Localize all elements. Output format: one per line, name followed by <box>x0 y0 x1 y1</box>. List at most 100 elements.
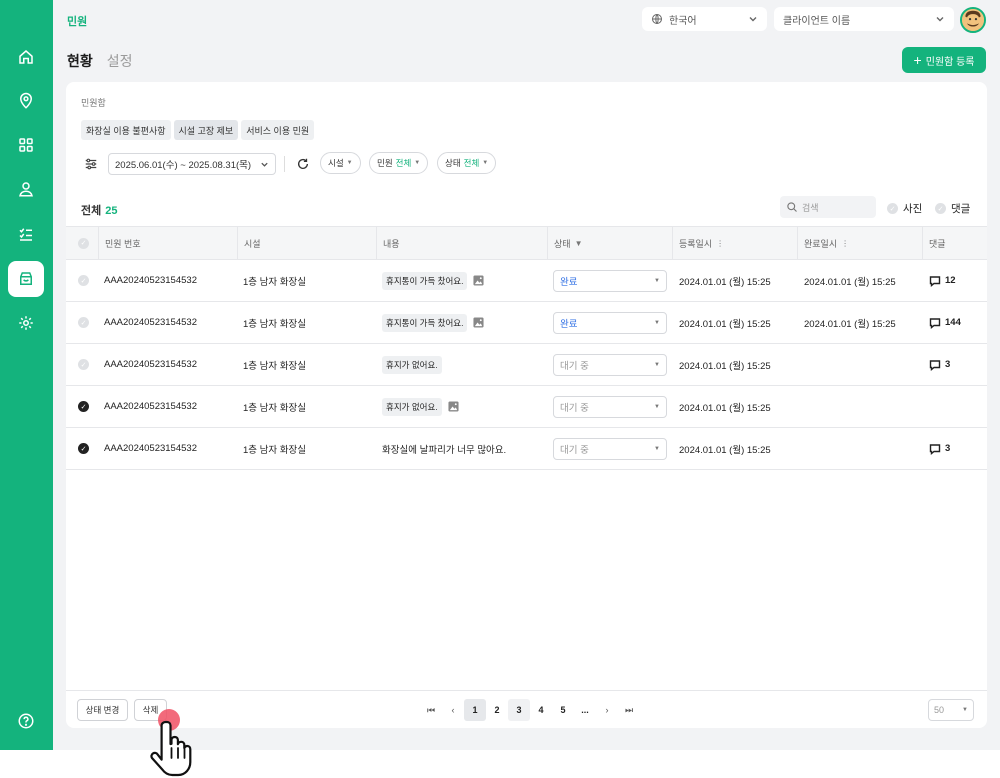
col-comments: 댓글 <box>922 227 987 259</box>
status-dropdown[interactable]: 대기 중 ▼ <box>553 437 667 460</box>
nav-settings[interactable] <box>8 305 44 341</box>
facility-filter[interactable]: 시설 ▼ <box>320 152 361 174</box>
per-page-select[interactable]: 50 ▼ <box>928 699 974 721</box>
row-checkbox[interactable]: ✓ <box>78 260 89 301</box>
row-status: 완료 <box>560 318 578 330</box>
nav-dashboard[interactable] <box>8 127 44 163</box>
col-registered[interactable]: 등록일시 ⋮ <box>672 227 797 259</box>
check-icon: ✓ <box>78 359 89 370</box>
row-status-select[interactable]: 대기 중 ▼ <box>553 386 667 427</box>
row-checkbox[interactable]: ✓ <box>78 386 89 427</box>
row-registered: 2024.01.01 (월) 15:25 <box>679 360 771 372</box>
pointer-hand-icon <box>150 720 192 777</box>
first-page-icon[interactable]: ⏮ <box>420 699 442 721</box>
chevron-down-icon <box>749 17 757 22</box>
table-row[interactable]: ✓ AAA20240523154532 1층 남자 화장실 화장실에 날파리가 너무 … <box>66 428 987 470</box>
status-filter[interactable]: 상태 전체 ▼ <box>437 152 497 174</box>
comment-icon <box>929 275 941 287</box>
more-vertical-icon: ⋮ <box>841 238 850 248</box>
box-section-label: 민원함 <box>81 98 106 108</box>
row-content-text: 휴지통이 가득 찼어요. <box>382 271 468 290</box>
col-status[interactable]: 상태 ▼ <box>547 227 672 259</box>
tab-settings[interactable]: 설정 <box>107 51 133 71</box>
facility-filter-label: 시설 <box>328 158 344 168</box>
page-5[interactable]: 5 <box>552 699 574 721</box>
table-row[interactable]: ✓ AAA20240523154532 1층 남자 화장실 휴지통이 가득 찼어요. 완… <box>66 302 987 344</box>
next-page-icon[interactable]: › <box>596 699 618 721</box>
client-placeholder: 클라이언트 이름 <box>783 15 851 27</box>
status-dropdown[interactable]: 대기 중 ▼ <box>553 353 667 376</box>
check-icon: ✓ <box>78 237 89 249</box>
comment-icon <box>929 443 941 455</box>
grid-icon <box>19 138 33 152</box>
row-comment-count: 144 <box>945 317 961 328</box>
search-input[interactable]: 검색 <box>780 196 876 218</box>
table-row[interactable]: ✓ AAA20240523154532 1층 남자 화장실 휴지가 없어요. 대기 중 ▼… <box>66 344 987 386</box>
nav-tasks[interactable] <box>8 216 44 252</box>
pagination: ⏮ ‹ 1 2 3 4 5 ... › ⏭ <box>420 699 640 721</box>
col-completed[interactable]: 완료일시 ⋮ <box>797 227 922 259</box>
row-checkbox[interactable]: ✓ <box>78 302 89 343</box>
col-facility-label: 시설 <box>244 238 261 249</box>
nav-help[interactable] <box>8 703 44 739</box>
check-icon: ✓ <box>78 443 89 454</box>
filter-bar: 2025.06.01(수) ~ 2025.08.31(목) 시설 ▼ 민원 전체… <box>81 152 961 176</box>
row-comment-count: 3 <box>945 359 951 370</box>
status-dropdown[interactable]: 대기 중 ▼ <box>553 395 667 418</box>
row-comments[interactable]: 3 <box>929 344 950 385</box>
nav-home[interactable] <box>8 39 44 75</box>
row-facility: 1층 남자 화장실 <box>243 318 307 330</box>
total-number: 25 <box>105 205 118 217</box>
client-select[interactable]: 클라이언트 이름 <box>774 7 954 31</box>
category-toilet[interactable]: 화장실 이용 불편사항 <box>81 120 171 140</box>
complaint-filter-label: 민원 <box>377 158 393 168</box>
page-1[interactable]: 1 <box>464 699 486 721</box>
nav-location[interactable] <box>8 83 44 119</box>
select-all-checkbox[interactable]: ✓ <box>78 227 98 259</box>
page-3[interactable]: 3 <box>508 699 530 721</box>
page-4[interactable]: 4 <box>530 699 552 721</box>
row-comments[interactable]: 12 <box>929 260 956 301</box>
status-dropdown[interactable]: 완료 ▼ <box>553 311 667 334</box>
page-brand: 민원 <box>67 16 88 28</box>
complaint-filter[interactable]: 민원 전체 ▼ <box>369 152 429 174</box>
row-status-select[interactable]: 대기 중 ▼ <box>553 344 667 385</box>
check-icon: ✓ <box>887 203 898 214</box>
nav-complaints[interactable] <box>8 261 44 297</box>
last-page-icon[interactable]: ⏭ <box>618 699 640 721</box>
caret-down-icon: ▼ <box>654 445 660 452</box>
prev-page-icon[interactable]: ‹ <box>442 699 464 721</box>
row-comments[interactable]: 144 <box>929 302 961 343</box>
row-content-text: 화장실에 날파리가 너무 많아요. <box>382 444 507 456</box>
col-content-label: 내용 <box>383 238 400 249</box>
page-ellipsis: ... <box>581 705 589 715</box>
avatar[interactable] <box>960 7 986 33</box>
row-status-select[interactable]: 대기 중 ▼ <box>553 428 667 469</box>
category-service[interactable]: 서비스 이용 민원 <box>241 120 315 140</box>
refresh-icon[interactable] <box>296 157 310 171</box>
table-row[interactable]: ✓ AAA20240523154532 1층 남자 화장실 휴지통이 가득 찼어요. 완… <box>66 260 987 302</box>
complaint-filter-value: 전체 <box>395 158 412 168</box>
comment-filter-checkbox[interactable]: ✓ 댓글 <box>935 201 970 216</box>
total-count: 전체 25 <box>81 202 118 218</box>
register-box-button[interactable]: + 민원함 등록 <box>902 47 986 73</box>
tab-status[interactable]: 현황 <box>67 51 93 71</box>
row-status-select[interactable]: 완료 ▼ <box>553 260 667 301</box>
globe-icon <box>652 14 662 24</box>
row-checkbox[interactable]: ✓ <box>78 428 89 469</box>
category-facility[interactable]: 시설 고장 제보 <box>173 120 239 140</box>
row-status-select[interactable]: 완료 ▼ <box>553 302 667 343</box>
row-comments[interactable]: 3 <box>929 428 950 469</box>
filter-icon[interactable] <box>84 157 98 171</box>
row-id: AAA20240523154532 <box>104 359 197 370</box>
status-change-button[interactable]: 상태 변경 <box>77 699 128 721</box>
table-row[interactable]: ✓ AAA20240523154532 1층 남자 화장실 휴지가 없어요. 대기 중 ▼… <box>66 386 987 428</box>
photo-filter-checkbox[interactable]: ✓ 사진 <box>887 201 922 216</box>
date-range-select[interactable]: 2025.06.01(수) ~ 2025.08.31(목) <box>108 153 276 175</box>
row-checkbox[interactable]: ✓ <box>78 344 89 385</box>
language-select[interactable]: 한국어 <box>642 7 767 31</box>
page-2[interactable]: 2 <box>486 699 508 721</box>
status-dropdown[interactable]: 완료 ▼ <box>553 269 667 292</box>
nav-users[interactable] <box>8 171 44 207</box>
row-registered: 2024.01.01 (월) 15:25 <box>679 318 771 330</box>
